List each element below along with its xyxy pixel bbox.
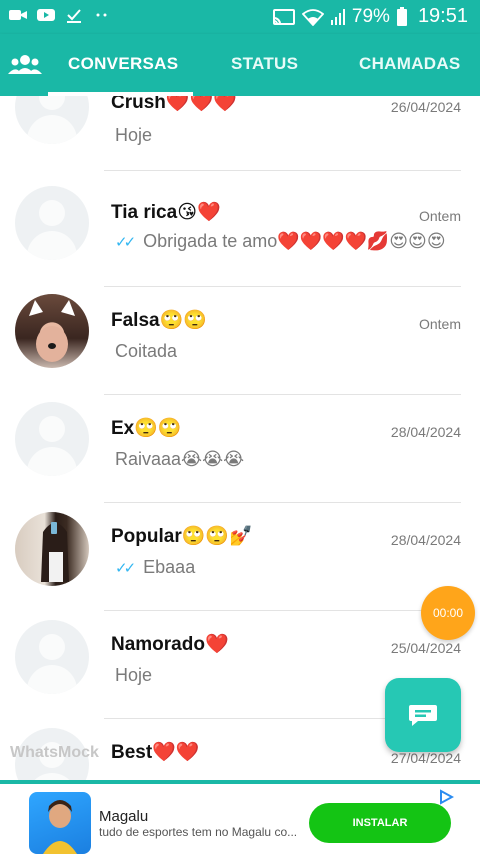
tab-conversas[interactable]: CONVERSAS <box>68 54 178 74</box>
chat-preview: ✓✓ Obrigada te amo❤️❤️❤️❤️💋😍😍😍 <box>115 231 446 251</box>
divider <box>104 170 461 171</box>
battery-icon <box>396 6 407 26</box>
chat-date: Ontem <box>418 316 461 332</box>
contact-photo-avatar[interactable] <box>15 294 89 368</box>
chat-row[interactable]: Falsa🙄🙄 Ontem Coitada <box>0 286 480 395</box>
contact-photo-avatar[interactable] <box>15 512 89 586</box>
download-icon <box>67 9 81 23</box>
cast-icon <box>272 8 295 25</box>
dog-filter-icon <box>29 300 75 362</box>
chat-date: 28/04/2024 <box>390 532 461 548</box>
mirror-selfie-image <box>41 522 69 582</box>
community-icon[interactable] <box>8 52 42 78</box>
clock: 19:51 <box>417 5 468 27</box>
ad-title: Magalu <box>99 808 149 825</box>
chat-name: Popular🙄🙄💅 <box>111 526 253 547</box>
default-avatar[interactable] <box>15 402 89 476</box>
dots-icon <box>96 13 107 17</box>
battery-percent: 79% <box>351 5 390 27</box>
message-icon <box>409 705 437 726</box>
ad-choices-icon[interactable] <box>438 789 454 805</box>
default-avatar[interactable] <box>15 96 89 144</box>
chat-date: 27/04/2024 <box>390 750 461 766</box>
read-ticks-icon: ✓✓ <box>115 560 136 577</box>
chat-date: 28/04/2024 <box>390 424 461 440</box>
chat-name: Crush❤️❤️❤️ <box>111 96 237 113</box>
watermark: WhatsMock <box>10 744 99 761</box>
default-avatar[interactable] <box>15 620 89 694</box>
chat-preview: Raivaaa😭😭😭 <box>115 449 245 469</box>
new-message-button[interactable] <box>385 678 461 752</box>
status-bar: 79% 19:51 <box>0 0 480 34</box>
ad-app-icon[interactable] <box>29 792 91 854</box>
timer-text: 00:00 <box>432 606 464 620</box>
chat-name: Falsa🙄🙄 <box>111 310 207 331</box>
chat-date: Ontem <box>418 208 461 224</box>
app-header: CONVERSAS STATUS CHAMADAS <box>0 34 480 96</box>
chat-date: 26/04/2024 <box>390 99 461 115</box>
chat-name: Ex🙄🙄 <box>111 418 182 439</box>
chat-row[interactable]: Tia rica😘❤️ Ontem ✓✓ Obrigada te amo❤️❤️… <box>0 178 480 287</box>
chat-date: 25/04/2024 <box>390 640 461 656</box>
read-ticks-icon: ✓✓ <box>115 234 136 251</box>
chat-name: Namorado❤️ <box>111 634 229 655</box>
ad-banner[interactable]: Magalu tudo de esportes tem no Magalu co… <box>0 784 480 854</box>
install-button[interactable]: INSTALAR <box>309 803 451 843</box>
wifi-icon <box>301 8 324 26</box>
ad-subtitle: tudo de esportes tem no Magalu co... <box>99 825 298 839</box>
system-status: 79% 19:51 <box>272 5 468 28</box>
chat-row[interactable]: Popular🙄🙄💅 28/04/2024 ✓✓ Ebaaa <box>0 502 480 611</box>
chat-preview: ✓✓ Ebaaa <box>115 557 196 577</box>
default-avatar[interactable] <box>15 186 89 260</box>
tab-status[interactable]: STATUS <box>231 54 298 74</box>
chat-row[interactable]: Crush❤️❤️❤️ 26/04/2024 Hoje <box>0 96 480 178</box>
notification-icons <box>8 7 112 23</box>
chat-row[interactable]: Ex🙄🙄 28/04/2024 Raivaaa😭😭😭 <box>0 394 480 503</box>
video-icon <box>9 10 27 20</box>
tab-chamadas[interactable]: CHAMADAS <box>359 54 461 74</box>
chat-preview: Coitada <box>115 341 178 361</box>
recording-timer-button[interactable]: 00:00 <box>421 586 475 640</box>
signal-icon <box>330 8 345 25</box>
ad-character-image <box>43 800 77 854</box>
chat-name: Best❤️❤️ <box>111 742 200 763</box>
youtube-icon <box>37 9 55 21</box>
chat-name: Tia rica😘❤️ <box>111 202 221 223</box>
chat-preview: Hoje <box>115 125 153 145</box>
